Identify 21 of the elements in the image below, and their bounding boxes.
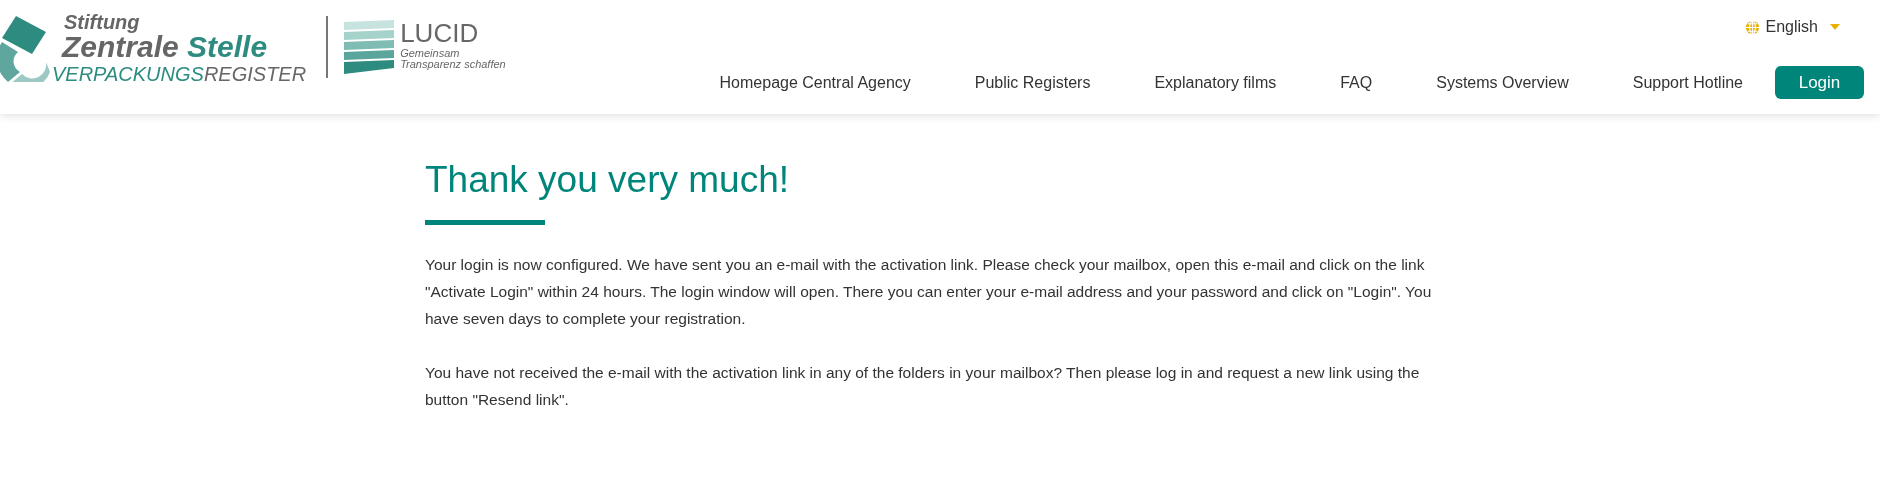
- language-selector[interactable]: English: [1744, 15, 1840, 39]
- partner-logo-name: LUCID: [400, 20, 480, 46]
- page-title: Thank you very much!: [425, 158, 790, 202]
- stacked-layers-icon: [344, 20, 395, 74]
- globe-icon: [1744, 19, 1760, 35]
- body-paragraph: You have not received the e-mail with the activation link in any of the folders in your mailbox? Then please log in and request a new link using the button "Resend link".: [425, 363, 1421, 411]
- logo-text: VERPACKUNGSREGISTER: [52, 64, 307, 84]
- logo-text: Stiftung: [64, 12, 141, 32]
- nav-link[interactable]: Systems Overview: [1404, 70, 1601, 95]
- nav-link[interactable]: FAQ: [1308, 70, 1405, 95]
- partner-logo-tagline: Transparenz schaffen: [400, 59, 506, 70]
- partner-logo-tagline: Gemeinsam: [400, 48, 461, 59]
- logo-icon: [0, 16, 50, 82]
- nav-link[interactable]: Explanatory films: [1122, 70, 1309, 95]
- nav-link[interactable]: Support Hotline: [1600, 70, 1775, 95]
- logo-text: Zentrale Stelle: [62, 32, 269, 62]
- nav-link[interactable]: Homepage Central Agency: [687, 70, 943, 95]
- body-paragraph: Your login is now configured. We have sent you an e-mail with the activation link. Please check your mailbox, open this e-mail and click on the link "Activate Login" within 24 hours. The login window will open. There you can enter your e-mail address and your password and click on "Login". You have seven days to complete your registration.: [425, 255, 1433, 330]
- nav-link[interactable]: Public Registers: [942, 70, 1123, 95]
- login-button[interactable]: Login: [1775, 66, 1864, 99]
- caret-icon: [1830, 24, 1840, 30]
